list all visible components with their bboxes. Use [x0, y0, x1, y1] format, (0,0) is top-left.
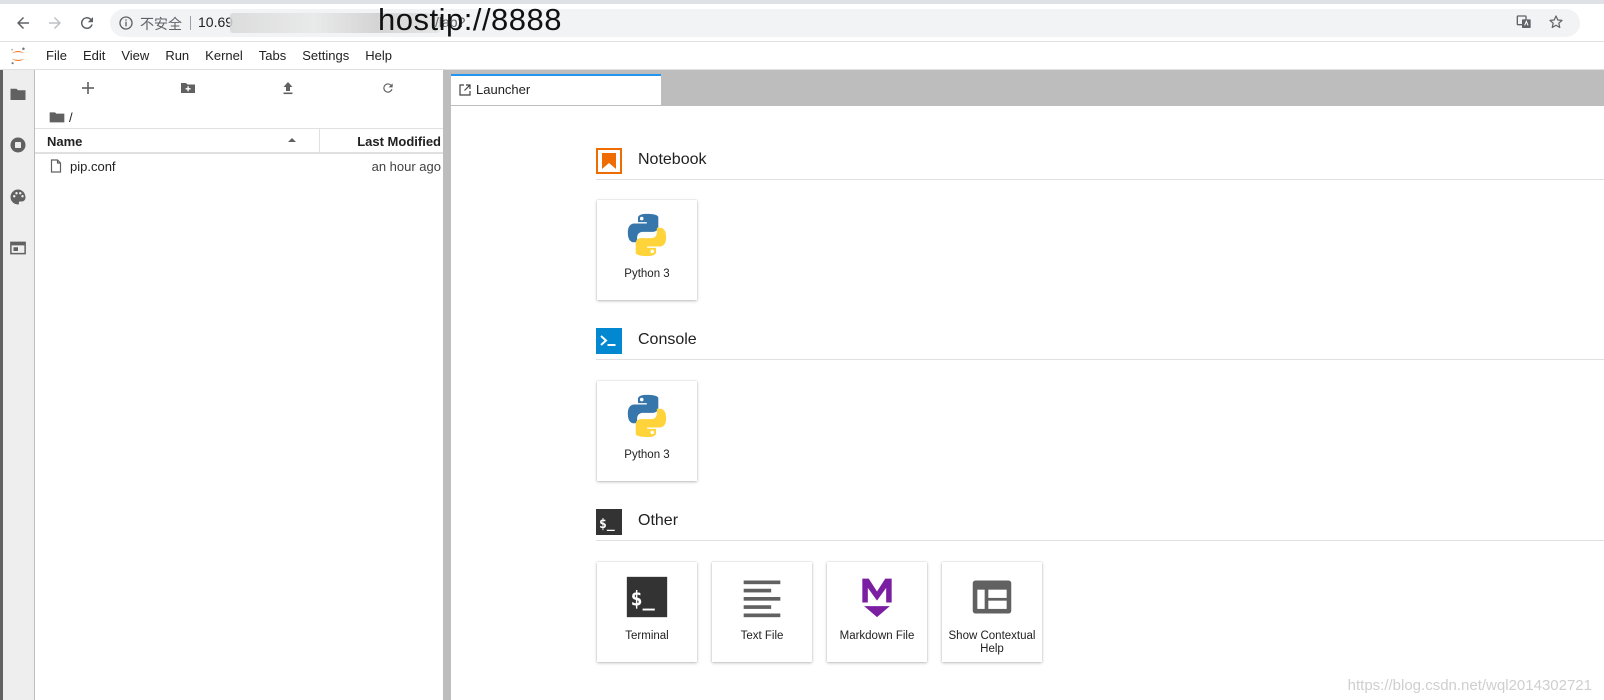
- plus-icon: [82, 82, 94, 94]
- menu-view[interactable]: View: [113, 42, 157, 70]
- text-file-card[interactable]: Text File: [712, 562, 812, 662]
- new-folder-icon: [181, 83, 195, 93]
- launch-icon: [459, 84, 471, 96]
- file-list-header: Name Last Modified: [35, 128, 453, 154]
- file-modified: an hour ago: [371, 159, 441, 174]
- card-label: Show Contextual Help: [948, 630, 1036, 655]
- console-section-header: Console: [596, 324, 1604, 360]
- file-browser-panel: / Name Last Modified pip.conf an hour ag…: [35, 70, 453, 700]
- console-python3-card[interactable]: Python 3: [597, 381, 697, 481]
- card-label: Python 3: [624, 268, 670, 280]
- python-icon: [623, 391, 671, 441]
- console-icon: [596, 328, 622, 354]
- notebook-python3-card[interactable]: Python 3: [597, 200, 697, 300]
- browser-toolbar: 不安全 10.69 /lab? hostip://8888: [0, 0, 1604, 42]
- menu-edit[interactable]: Edit: [75, 42, 113, 70]
- omnibox-divider: [190, 16, 191, 30]
- refresh-button[interactable]: [378, 78, 398, 98]
- watermark: https://blog.csdn.net/wql2014302721: [1347, 677, 1592, 694]
- forward-arrow-icon: [49, 17, 61, 29]
- notebook-section-title: Notebook: [638, 151, 707, 168]
- menu-help[interactable]: Help: [357, 42, 400, 70]
- card-label: Markdown File: [839, 630, 915, 642]
- url-text: 10.69: [198, 14, 234, 30]
- menu-file[interactable]: File: [38, 42, 75, 70]
- reload-button[interactable]: [76, 12, 98, 34]
- svg-text:$_: $_: [599, 517, 615, 532]
- console-section-title: Console: [638, 331, 697, 348]
- launcher-panel: Notebook Python 3 Console Python 3 $_ Ot…: [451, 105, 1604, 700]
- reload-icon: [80, 17, 93, 30]
- file-icon: [50, 159, 62, 173]
- menu-settings[interactable]: Settings: [294, 42, 357, 70]
- other-section-title: Other: [638, 512, 679, 529]
- terminal-card[interactable]: $_ Terminal: [597, 562, 697, 662]
- notebook-section-header: Notebook: [596, 144, 1604, 180]
- file-browser-toolbar: [35, 70, 453, 106]
- main-tab-bar: Launcher: [451, 70, 1604, 105]
- menu-tabs[interactable]: Tabs: [251, 42, 294, 70]
- open-tabs-tab[interactable]: [8, 238, 28, 258]
- panel-splitter[interactable]: [443, 70, 451, 700]
- address-bar[interactable]: 不安全 10.69 /lab?: [110, 9, 1580, 37]
- info-icon[interactable]: [118, 15, 134, 31]
- jupyter-logo-icon[interactable]: [9, 46, 27, 66]
- back-button[interactable]: [12, 12, 34, 34]
- markdown-file-card[interactable]: Markdown File: [827, 562, 927, 662]
- file-browser-tab[interactable]: [8, 84, 28, 104]
- new-folder-button[interactable]: [178, 78, 198, 98]
- upload-button[interactable]: [278, 78, 298, 98]
- svg-text:$_: $_: [631, 586, 656, 610]
- file-name: pip.conf: [70, 159, 116, 174]
- modified-column-header[interactable]: Last Modified: [357, 134, 441, 149]
- browser-tabstrip-edge: [0, 0, 1604, 4]
- forward-button[interactable]: [44, 12, 66, 34]
- contextual-help-card[interactable]: Show Contextual Help: [942, 562, 1042, 662]
- card-label: Text File: [740, 630, 784, 642]
- card-label: Terminal: [625, 630, 669, 642]
- other-section-header: $_ Other: [596, 505, 1604, 541]
- folder-icon: [10, 88, 26, 100]
- tab-launcher[interactable]: Launcher: [451, 74, 661, 105]
- running-sessions-tab[interactable]: [8, 135, 28, 155]
- new-launcher-button[interactable]: [78, 78, 98, 98]
- palette-icon: [10, 189, 26, 205]
- breadcrumb[interactable]: /: [49, 106, 73, 128]
- notebook-icon: [596, 148, 622, 174]
- hostip-annotation: hostip://8888: [378, 2, 563, 37]
- translate-icon[interactable]: [1516, 14, 1532, 30]
- refresh-icon: [383, 83, 393, 93]
- file-row[interactable]: pip.conf an hour ago: [35, 154, 453, 178]
- contextual-help-icon: [968, 572, 1016, 622]
- menu-run[interactable]: Run: [157, 42, 197, 70]
- window-edge: [0, 70, 3, 700]
- home-folder-icon: [49, 112, 65, 123]
- name-column-header[interactable]: Name: [47, 134, 82, 149]
- upload-icon: [283, 82, 293, 95]
- text-file-icon: [738, 572, 786, 622]
- command-palette-tab[interactable]: [8, 187, 28, 207]
- bookmark-star-icon[interactable]: [1548, 14, 1564, 30]
- column-divider[interactable]: [319, 129, 320, 153]
- python-icon: [623, 210, 671, 260]
- menu-kernel[interactable]: Kernel: [197, 42, 251, 70]
- terminal-icon: $_: [623, 572, 671, 622]
- terminal-section-icon: $_: [596, 509, 622, 535]
- card-label: Python 3: [624, 449, 670, 461]
- tab-label: Launcher: [476, 82, 531, 97]
- stop-circle-icon: [10, 137, 26, 153]
- insecure-label: 不安全: [140, 16, 182, 32]
- markdown-icon: [853, 572, 901, 622]
- left-sidebar-tabs: [0, 70, 35, 700]
- breadcrumb-root[interactable]: /: [69, 110, 73, 125]
- tab-window-icon: [10, 241, 26, 255]
- sort-up-icon[interactable]: [287, 135, 297, 145]
- back-arrow-icon: [17, 17, 29, 29]
- jupyter-menubar: File Edit View Run Kernel Tabs Settings …: [0, 42, 1604, 70]
